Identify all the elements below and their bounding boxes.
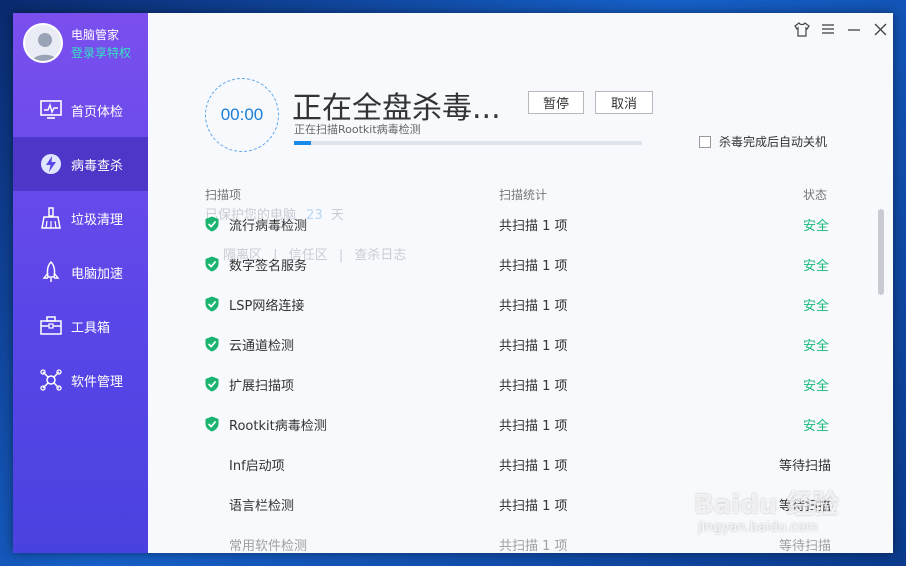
scan-timer: 00:00 xyxy=(205,78,279,152)
toolbox-icon xyxy=(40,315,62,337)
sidebar-item-virus-scan[interactable]: 病毒查杀 xyxy=(13,137,148,191)
sidebar-item-label: 垃圾清理 xyxy=(71,212,124,228)
header-status: 状态 xyxy=(802,188,827,202)
shield-check-icon xyxy=(205,336,219,352)
scan-item-status: 安全 xyxy=(802,339,829,354)
scan-item-name: Inf启动项 xyxy=(229,459,285,474)
scan-item-stat: 共扫描 1 项 xyxy=(499,379,568,394)
shield-check-icon xyxy=(205,296,219,312)
sidebar-item-label: 首页体检 xyxy=(71,104,124,120)
lightning-shield-icon xyxy=(40,153,62,175)
user-avatar-icon xyxy=(25,25,61,61)
window-controls xyxy=(793,20,889,38)
main-panel: 00:00 正在全盘杀毒... 暂停 取消 正在扫描Rootkit病毒检测 杀毒… xyxy=(148,13,893,553)
sidebar-nav: 首页体检 病毒查杀 垃圾清理 电脑加速 工具箱 软件管理 xyxy=(13,83,148,407)
shield-check-icon xyxy=(205,216,219,232)
menu-icon xyxy=(822,24,834,34)
close-icon xyxy=(874,23,886,35)
table-row: 常用软件检测 共扫描 1 项 等待扫描 xyxy=(148,523,893,553)
scan-item-stat: 共扫描 1 项 xyxy=(499,259,568,274)
auto-shutdown-label: 杀毒完成后自动关机 xyxy=(719,135,828,149)
header-scan-item: 扫描项 xyxy=(205,188,242,202)
scan-item-name: 语言栏检测 xyxy=(229,499,295,514)
broom-icon xyxy=(40,207,62,229)
pc-manager-window: 电脑管家 登录享特权 首页体检 病毒查杀 垃圾清理 电脑加速 工具箱 软件管理 … xyxy=(13,13,893,553)
sidebar-item-toolbox[interactable]: 工具箱 xyxy=(13,299,148,353)
shield-check-icon xyxy=(205,416,219,432)
close-button[interactable] xyxy=(871,20,889,38)
auto-shutdown-checkbox[interactable] xyxy=(699,135,711,148)
scan-item-stat: 共扫描 1 项 xyxy=(499,219,568,234)
menu-button[interactable] xyxy=(819,20,837,38)
scan-item-name: 常用软件检测 xyxy=(229,539,308,553)
scan-item-list: 流行病毒检测 共扫描 1 项安全 数字签名服务 共扫描 1 项安全 LSP网络连接 共扫描… xyxy=(148,203,893,553)
tshirt-icon xyxy=(794,21,810,37)
sidebar-item-label: 工具箱 xyxy=(71,320,111,336)
table-row: 数字签名服务 共扫描 1 项 安全 xyxy=(148,243,893,283)
scan-item-name: 数字签名服务 xyxy=(229,259,308,274)
scan-item-status: 安全 xyxy=(802,379,829,394)
avatar[interactable] xyxy=(23,23,63,63)
scan-item-name: LSP网络连接 xyxy=(229,299,305,314)
profile[interactable]: 电脑管家 登录享特权 xyxy=(23,23,143,69)
skin-button[interactable] xyxy=(793,20,811,38)
table-row: Rootkit病毒检测 共扫描 1 项 安全 xyxy=(148,403,893,443)
scan-item-stat: 共扫描 1 项 xyxy=(499,539,568,553)
table-row: 语言栏检测 共扫描 1 项 等待扫描 xyxy=(148,483,893,523)
table-row: 流行病毒检测 共扫描 1 项 安全 xyxy=(148,203,893,243)
scan-item-status: 安全 xyxy=(802,299,829,314)
sidebar: 电脑管家 登录享特权 首页体检 病毒查杀 垃圾清理 电脑加速 工具箱 软件管理 xyxy=(13,13,148,553)
scan-item-name: Rootkit病毒检测 xyxy=(229,419,327,434)
scan-current-item: 正在扫描Rootkit病毒检测 xyxy=(294,123,421,136)
software-icon xyxy=(40,369,62,391)
profile-name: 电脑管家 xyxy=(71,28,120,42)
scan-item-name: 云通道检测 xyxy=(229,339,295,354)
sidebar-item-label: 电脑加速 xyxy=(71,266,124,282)
login-privilege-link[interactable]: 登录享特权 xyxy=(71,44,131,61)
scan-item-stat: 共扫描 1 项 xyxy=(499,459,568,474)
minimize-button[interactable] xyxy=(845,20,863,38)
scan-item-status: 等待扫描 xyxy=(778,539,831,553)
scan-progress-fill xyxy=(294,141,312,145)
rocket-icon xyxy=(40,261,62,283)
sidebar-item-speed-up[interactable]: 电脑加速 xyxy=(13,245,148,299)
scan-item-status: 安全 xyxy=(802,219,829,234)
scan-item-status: 安全 xyxy=(802,419,829,434)
table-row: Inf启动项 共扫描 1 项 等待扫描 xyxy=(148,443,893,483)
sidebar-item-label: 软件管理 xyxy=(71,374,124,390)
monitor-icon xyxy=(40,99,62,121)
cancel-button[interactable]: 取消 xyxy=(595,91,653,114)
scan-item-stat: 共扫描 1 项 xyxy=(499,419,568,434)
scan-item-stat: 共扫描 1 项 xyxy=(499,499,568,514)
table-row: 扩展扫描项 共扫描 1 项 安全 xyxy=(148,363,893,403)
shield-check-icon xyxy=(205,376,219,392)
auto-shutdown-option[interactable]: 杀毒完成后自动关机 xyxy=(699,133,827,150)
scan-item-name: 流行病毒检测 xyxy=(229,219,308,234)
pause-button[interactable]: 暂停 xyxy=(528,91,584,114)
scan-item-stat: 共扫描 1 项 xyxy=(499,299,568,314)
sidebar-item-label: 病毒查杀 xyxy=(71,158,124,174)
scan-item-status: 安全 xyxy=(802,259,829,274)
list-scrollbar[interactable] xyxy=(878,209,884,295)
scan-item-name: 扩展扫描项 xyxy=(229,379,295,394)
table-row: 云通道检测 共扫描 1 项 安全 xyxy=(148,323,893,363)
minimize-icon xyxy=(848,29,860,31)
shield-check-icon xyxy=(205,256,219,272)
table-header: 扫描项 扫描统计 状态 xyxy=(148,186,893,202)
scan-item-status: 等待扫描 xyxy=(778,459,831,474)
scan-item-status: 等待扫描 xyxy=(778,499,831,514)
sidebar-item-home-checkup[interactable]: 首页体检 xyxy=(13,83,148,137)
table-row: LSP网络连接 共扫描 1 项 安全 xyxy=(148,283,893,323)
header-scan-stats: 扫描统计 xyxy=(499,188,548,202)
sidebar-item-software-manager[interactable]: 软件管理 xyxy=(13,353,148,407)
sidebar-item-junk-clean[interactable]: 垃圾清理 xyxy=(13,191,148,245)
scan-progress-bar xyxy=(294,141,642,145)
scan-item-stat: 共扫描 1 项 xyxy=(499,339,568,354)
